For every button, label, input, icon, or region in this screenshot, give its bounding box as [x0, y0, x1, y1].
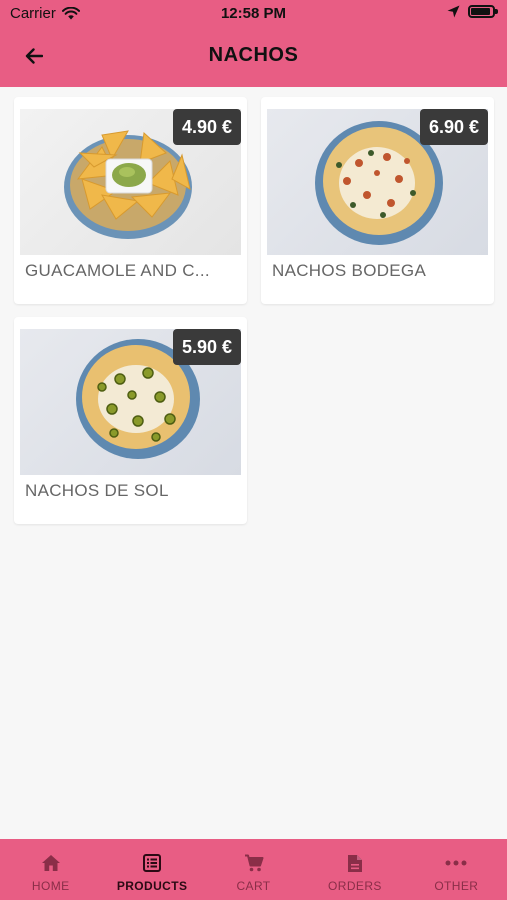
- cart-icon: [244, 854, 264, 872]
- tab-orders[interactable]: ORDERS: [304, 839, 405, 900]
- tab-label: PRODUCTS: [116, 879, 188, 893]
- tab-cart[interactable]: CART: [203, 839, 304, 900]
- location-arrow-icon: [447, 5, 460, 18]
- tab-label: OTHER: [434, 879, 479, 893]
- top-bar: Carrier 12:58 PM NACHOS: [0, 0, 507, 87]
- product-name: GUACAMOLE AND C...: [25, 261, 210, 280]
- product-card-nachos-de-sol[interactable]: 5.90 € NACHOS DE SOL: [14, 317, 247, 524]
- tab-other[interactable]: OTHER: [406, 839, 507, 900]
- status-bar: Carrier 12:58 PM: [0, 0, 507, 28]
- document-icon: [347, 854, 362, 872]
- tab-home[interactable]: HOME: [0, 839, 101, 900]
- battery-icon: [468, 5, 498, 18]
- price-badge: 6.90 €: [419, 109, 488, 145]
- page-title: NACHOS: [208, 44, 299, 66]
- tab-label: ORDERS: [328, 879, 382, 893]
- product-name: NACHOS BODEGA: [272, 261, 427, 280]
- home-icon: [41, 855, 60, 871]
- product-name: NACHOS DE SOL: [25, 481, 169, 500]
- product-card-guacamole[interactable]: 4.90 € GUACAMOLE AND C...: [14, 97, 247, 304]
- status-time: 12:58 PM: [220, 5, 287, 22]
- list-icon: [143, 854, 162, 872]
- price-badge: 5.90 €: [172, 329, 241, 365]
- tab-label: CART: [236, 879, 271, 893]
- nav-bar: NACHOS: [0, 34, 507, 78]
- product-card-nachos-bodega[interactable]: 6.90 € NACHOS BODEGA: [261, 97, 494, 304]
- tab-label: HOME: [31, 879, 70, 893]
- product-grid: 4.90 € GUACAMOLE AND C... 6.90 € NACHOS …: [0, 87, 507, 839]
- price-badge: 4.90 €: [172, 109, 241, 145]
- tab-products[interactable]: PRODUCTS: [101, 839, 202, 900]
- more-icon: [445, 860, 467, 866]
- tab-bar: HOME PRODUCTS CART ORDERS OTHER: [0, 839, 507, 900]
- status-right: [447, 5, 498, 18]
